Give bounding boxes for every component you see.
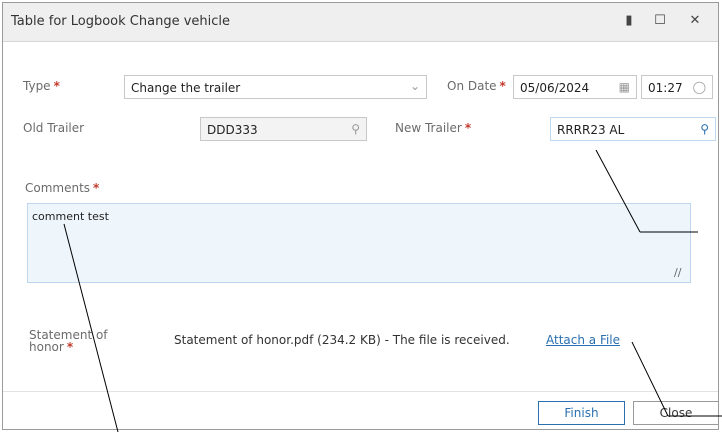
type-select[interactable]: Change the trailer ⌄ (124, 75, 427, 99)
time-value: 01:27 (648, 81, 683, 95)
search-icon[interactable]: ⚲ (700, 122, 709, 136)
calendar-icon[interactable]: ▦ (619, 80, 630, 94)
dialog-window: Table for Logbook Change vehicle ▮ ☐ ✕ T… (2, 2, 719, 430)
maximize-icon[interactable]: ☐ (651, 12, 669, 30)
statement-file-text: Statement of honor.pdf (234.2 KB) - The … (174, 333, 510, 347)
comments-label: Comments * (25, 181, 100, 195)
comments-textarea[interactable]: comment test ∕∕ (27, 203, 691, 283)
finish-button[interactable]: Finish (538, 401, 625, 425)
old-trailer-value: DDD333 (207, 123, 258, 137)
dialog-titlebar: Table for Logbook Change vehicle ▮ ☐ ✕ (3, 3, 718, 42)
old-trailer-field[interactable]: DDD333 ⚲ (200, 117, 367, 141)
time-field[interactable]: 01:27 ◯ (641, 75, 713, 99)
footer-divider (3, 391, 718, 392)
old-trailer-label: Old Trailer (23, 121, 85, 135)
type-label: Type * (23, 79, 60, 93)
date-field[interactable]: 05/06/2024 ▦ (513, 75, 637, 99)
new-trailer-label: New Trailer * (395, 121, 472, 135)
pin-icon[interactable]: ▮ (620, 12, 638, 30)
new-trailer-field[interactable]: RRRR23 AL ⚲ (550, 117, 716, 141)
search-icon[interactable]: ⚲ (351, 122, 360, 136)
date-value: 05/06/2024 (520, 81, 590, 95)
type-value: Change the trailer (131, 81, 241, 95)
on-date-label: On Date * (447, 79, 506, 93)
attach-file-link[interactable]: Attach a File (546, 333, 620, 347)
statement-label: Statement of honor * (29, 328, 108, 354)
chevron-down-icon: ⌄ (409, 79, 420, 93)
close-icon[interactable]: ✕ (686, 12, 704, 30)
resize-handle-icon[interactable]: ∕∕ (674, 266, 686, 279)
clock-icon[interactable]: ◯ (693, 80, 706, 94)
comments-value: comment test (32, 210, 109, 223)
close-button[interactable]: Close (633, 401, 719, 425)
new-trailer-value: RRRR23 AL (557, 123, 625, 137)
dialog-title: Table for Logbook Change vehicle (11, 14, 231, 29)
